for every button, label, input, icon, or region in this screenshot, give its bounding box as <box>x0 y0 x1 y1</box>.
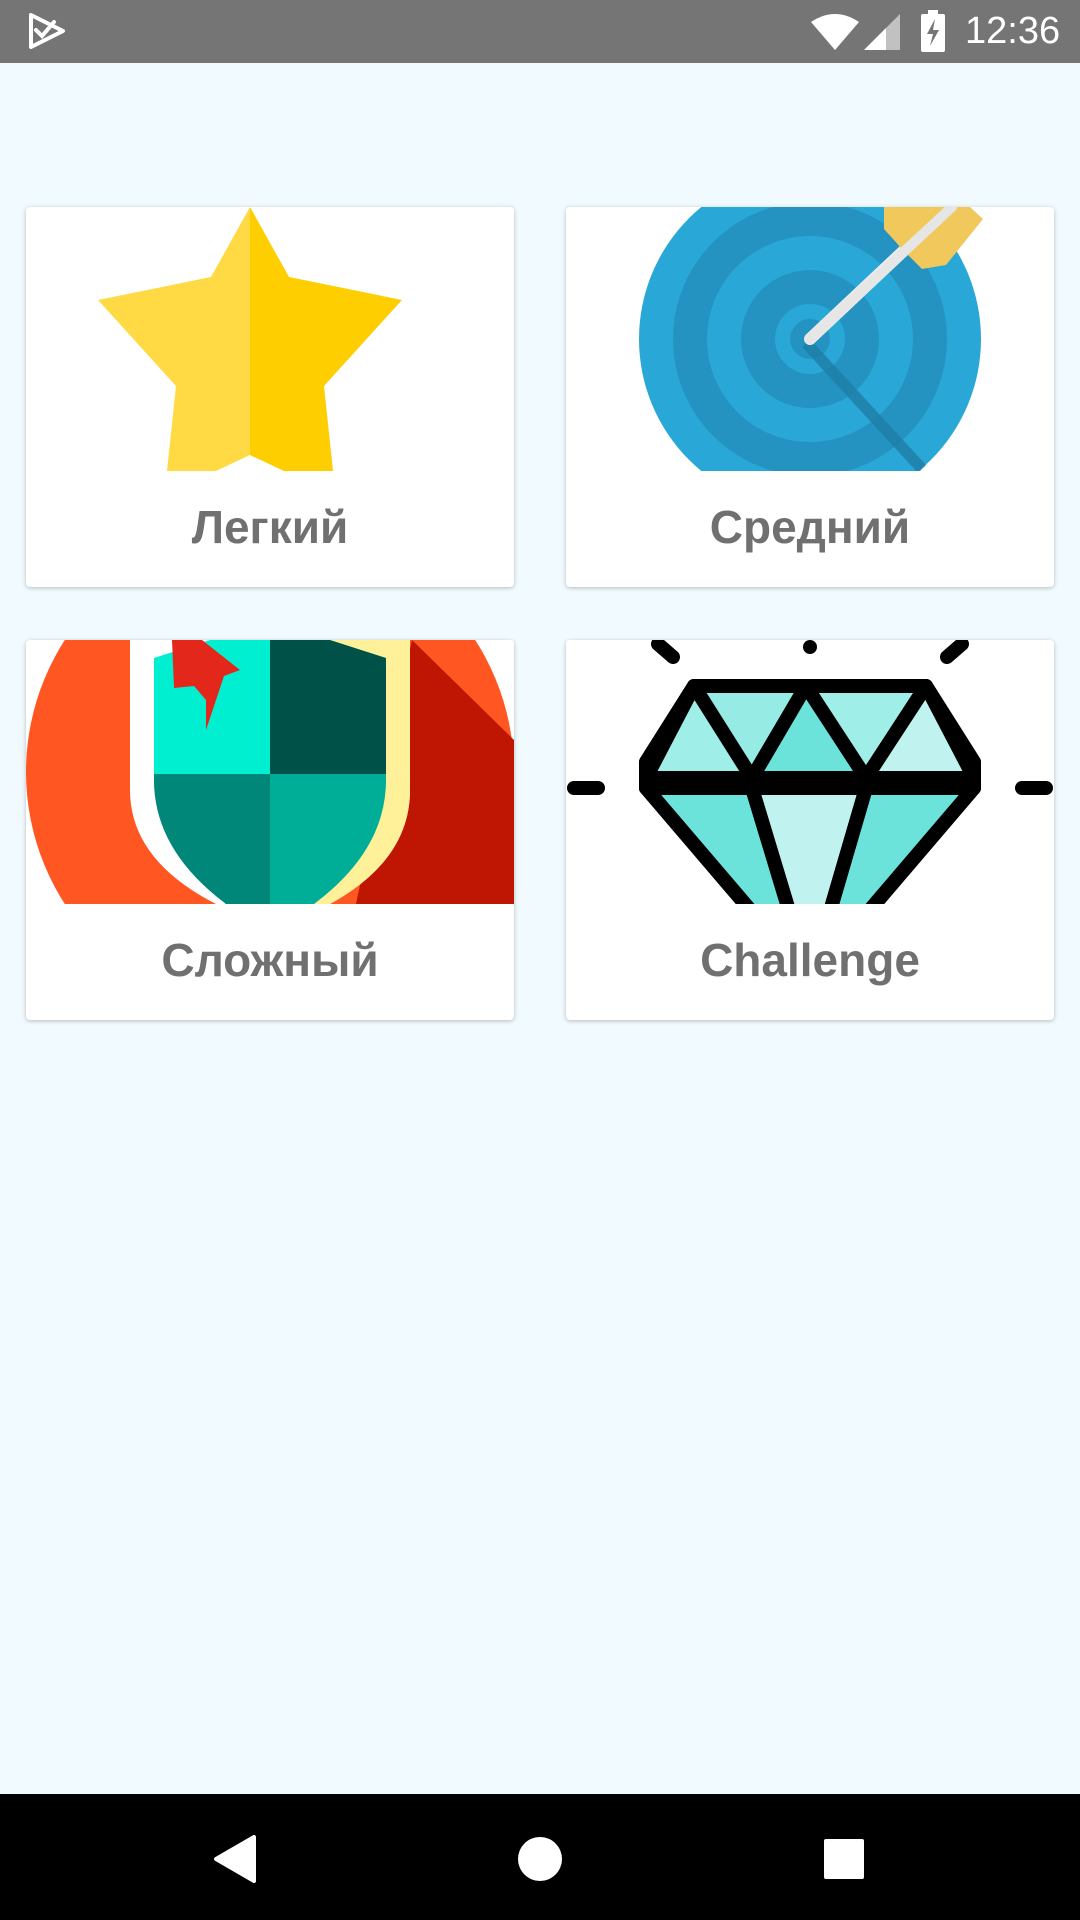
navigation-bar <box>0 1794 1080 1920</box>
recents-icon[interactable] <box>814 1829 874 1889</box>
level-label: Легкий <box>191 501 349 553</box>
home-icon[interactable] <box>510 1829 570 1889</box>
target-icon <box>566 207 1054 471</box>
level-label: Сложный <box>161 934 379 986</box>
shield-icon <box>26 640 514 904</box>
level-card-challenge[interactable]: Challenge <box>566 640 1054 1020</box>
level-card-hard[interactable]: Сложный <box>26 640 514 1020</box>
star-icon <box>26 207 514 471</box>
level-card-medium[interactable]: Средний <box>566 207 1054 587</box>
level-label: Challenge <box>700 934 920 986</box>
back-icon[interactable] <box>206 1829 266 1889</box>
diamond-icon <box>566 640 1054 904</box>
level-label: Средний <box>709 501 911 553</box>
level-grid: Легкий Средний Сложный Challenge <box>0 0 1080 1920</box>
level-card-easy[interactable]: Легкий <box>26 207 514 587</box>
